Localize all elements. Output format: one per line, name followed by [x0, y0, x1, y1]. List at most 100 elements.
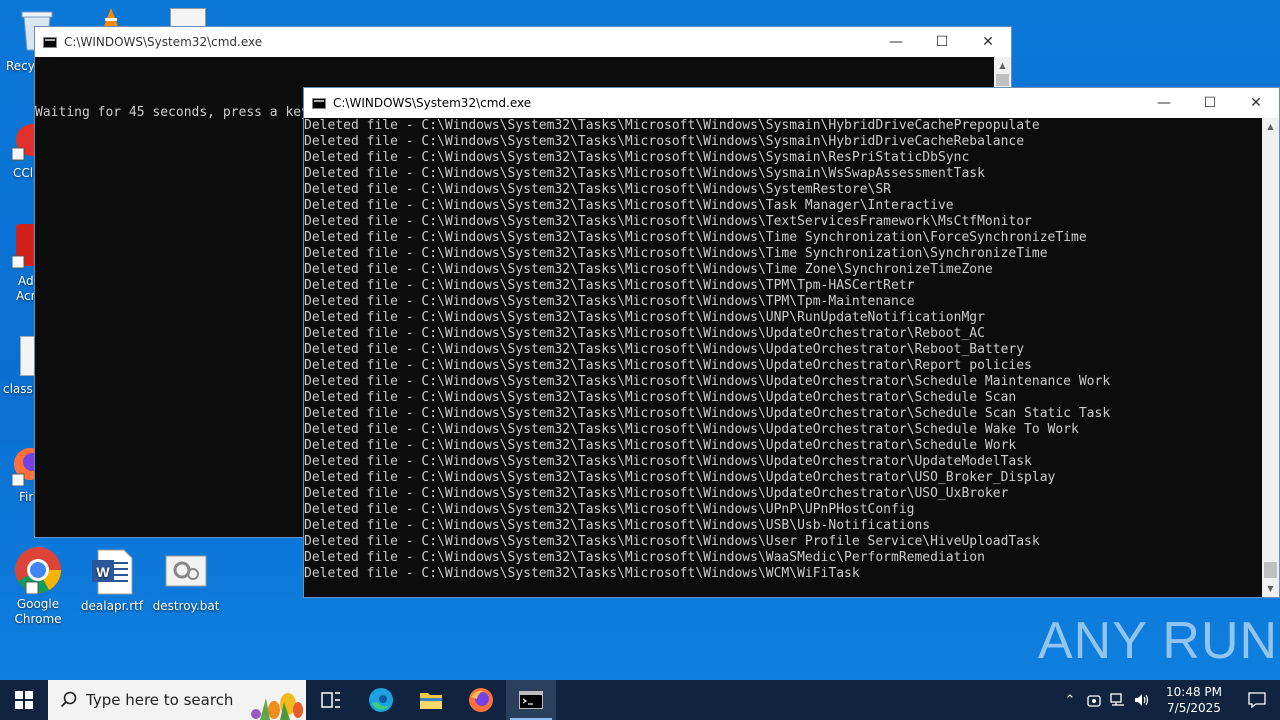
console-line: Deleted file - C:\Windows\System32\Tasks… [304, 134, 1025, 149]
close-button[interactable]: ✕ [965, 27, 1011, 57]
window-title: C:\WINDOWS\System32\cmd.exe [333, 96, 532, 110]
window-title: C:\WINDOWS\System32\cmd.exe [64, 35, 263, 49]
taskbar-search-box[interactable]: Type here to search [48, 680, 306, 720]
desktop-icon-label: Google Chrome [14, 597, 62, 626]
cmd-icon [43, 36, 57, 48]
console-line: Deleted file - C:\Windows\System32\Tasks… [304, 278, 915, 293]
console-line: Deleted file - C:\Windows\System32\Tasks… [304, 294, 915, 309]
edge-browser-icon [369, 688, 393, 712]
console-line: Deleted file - C:\Windows\System32\Tasks… [304, 566, 860, 581]
console-line: Deleted file - C:\Windows\System32\Tasks… [304, 550, 985, 565]
taskbar-firefox-button[interactable] [456, 680, 506, 720]
console-line: Deleted file - C:\Windows\System32\Tasks… [304, 534, 1040, 549]
show-hidden-icons-button[interactable]: ⌃ [1058, 680, 1082, 720]
notification-icon [1248, 692, 1266, 709]
network-button[interactable] [1106, 680, 1130, 720]
watermark: ANY RUN [1038, 608, 1278, 674]
desktop-icon-label: dealapr.rtf [80, 599, 144, 613]
minimize-icon: — [1157, 95, 1171, 111]
scroll-up-button[interactable]: ▲ [994, 57, 1011, 74]
security-icon [1087, 695, 1101, 707]
cmd-window-front-titlebar[interactable]: C:\WINDOWS\System32\cmd.exe — ☐ ✕ [304, 88, 1279, 118]
scroll-up-button[interactable]: ▲ [1262, 118, 1279, 135]
console-line: Deleted file - C:\Windows\System32\Tasks… [304, 150, 970, 165]
console-output[interactable]: Deleted file - C:\Windows\System32\Tasks… [304, 118, 1262, 597]
scrollbar-thumb[interactable] [1264, 562, 1277, 578]
cmd-window-back-titlebar[interactable]: C:\WINDOWS\System32\cmd.exe — ☐ ✕ [35, 27, 1011, 57]
search-highlight-flowers-icon [251, 693, 303, 720]
cmd-window-front[interactable]: C:\WINDOWS\System32\cmd.exe — ☐ ✕ Delete… [303, 87, 1280, 598]
batch-file-icon [162, 548, 210, 596]
search-placeholder: Type here to search [86, 691, 234, 709]
clock-date: 7/5/2025 [1167, 701, 1221, 715]
console-line: Deleted file - C:\Windows\System32\Tasks… [304, 246, 1048, 261]
scrollbar[interactable]: ▲ ▼ [1262, 118, 1279, 597]
desktop-icon-destroy-bat[interactable]: destroy.bat [148, 548, 224, 614]
maximize-button[interactable]: ☐ [919, 27, 965, 57]
console-line: Deleted file - C:\Windows\System32\Tasks… [304, 502, 915, 517]
console-line: Deleted file - C:\Windows\System32\Tasks… [304, 470, 1056, 485]
taskbar-file-explorer-button[interactable] [406, 680, 456, 720]
maximize-button[interactable]: ☐ [1187, 88, 1233, 118]
desktop-icon-label: destroy.bat [152, 599, 220, 613]
console-line: Deleted file - C:\Windows\System32\Tasks… [304, 230, 1087, 245]
word-document-icon: W [88, 548, 136, 596]
tray-app-button[interactable] [1082, 680, 1106, 720]
console-line: Deleted file - C:\Windows\System32\Tasks… [304, 262, 993, 277]
minimize-icon: — [889, 34, 903, 50]
start-button[interactable] [0, 680, 48, 720]
minimize-button[interactable]: — [1141, 88, 1187, 118]
taskbar-edge-button[interactable] [356, 680, 406, 720]
network-icon [1110, 693, 1124, 706]
scrollbar-thumb[interactable] [996, 74, 1009, 86]
chevron-down-icon: ▼ [1267, 584, 1274, 593]
desktop-edge-label: Recy [6, 59, 35, 73]
console-line: Deleted file - C:\Windows\System32\Tasks… [304, 182, 891, 197]
console-line: Deleted file - C:\Windows\System32\Tasks… [304, 422, 1079, 437]
console-line: Deleted file - C:\Windows\System32\Tasks… [304, 310, 985, 325]
scroll-down-button[interactable]: ▼ [1262, 580, 1279, 597]
console-line: Deleted file - C:\Windows\System32\Tasks… [304, 406, 1111, 421]
system-tray: ⌃ 10:48 PM 7/5/2025 [1058, 680, 1280, 720]
close-button[interactable]: ✕ [1233, 88, 1279, 118]
console-line: Deleted file - C:\Windows\System32\Tasks… [304, 214, 1032, 229]
windows-logo-icon [15, 691, 33, 709]
console-line: Deleted file - C:\Windows\System32\Tasks… [304, 390, 1017, 405]
notifications-button[interactable] [1234, 680, 1280, 720]
search-icon [60, 691, 77, 708]
console-line: Deleted file - C:\Windows\System32\Tasks… [304, 326, 985, 341]
task-view-button[interactable] [306, 680, 356, 720]
console-line: Deleted file - C:\Windows\System32\Tasks… [304, 166, 985, 181]
console-line: Deleted file - C:\Windows\System32\Tasks… [304, 374, 1111, 389]
console-line: Deleted file - C:\Windows\System32\Tasks… [304, 198, 954, 213]
taskbar-clock[interactable]: 10:48 PM 7/5/2025 [1154, 684, 1234, 716]
chevron-up-icon: ▲ [1267, 122, 1274, 131]
taskbar: Type here to search ⌃ 10:48 PM 7/5/2025 [0, 680, 1280, 720]
console-line: Deleted file - C:\Windows\System32\Tasks… [304, 486, 1009, 501]
console-line: Deleted file - C:\Windows\System32\Tasks… [304, 358, 1032, 373]
taskbar-cmd-button[interactable] [506, 680, 556, 720]
chevron-up-icon: ▲ [999, 61, 1006, 70]
console-line: Deleted file - C:\Windows\System32\Tasks… [304, 438, 1017, 453]
desktop-icon-google-chrome[interactable]: Google Chrome [0, 546, 76, 627]
speaker-icon [1135, 694, 1149, 706]
firefox-icon [469, 688, 493, 712]
clock-time: 10:48 PM [1166, 685, 1222, 699]
console-line: Deleted file - C:\Windows\System32\Tasks… [304, 342, 1025, 357]
volume-button[interactable] [1130, 680, 1154, 720]
folder-icon [420, 693, 442, 709]
close-icon: ✕ [1250, 95, 1262, 111]
desktop-icon-dealapr[interactable]: W dealapr.rtf [74, 548, 150, 614]
close-icon: ✕ [982, 34, 994, 50]
vlc-icon[interactable] [100, 6, 122, 28]
cmd-icon [312, 97, 326, 109]
maximize-icon: ☐ [935, 34, 949, 50]
console-line: Deleted file - C:\Windows\System32\Tasks… [304, 454, 1032, 469]
task-view-icon [321, 692, 340, 708]
console-line: Deleted file - C:\Windows\System32\Tasks… [304, 518, 931, 533]
minimize-button[interactable]: — [873, 27, 919, 57]
svg-text:W: W [96, 564, 110, 580]
maximize-icon: ☐ [1203, 95, 1217, 111]
watermark-text: ANY RUN [1038, 612, 1279, 670]
desktop-edge-label: classw [3, 382, 33, 396]
